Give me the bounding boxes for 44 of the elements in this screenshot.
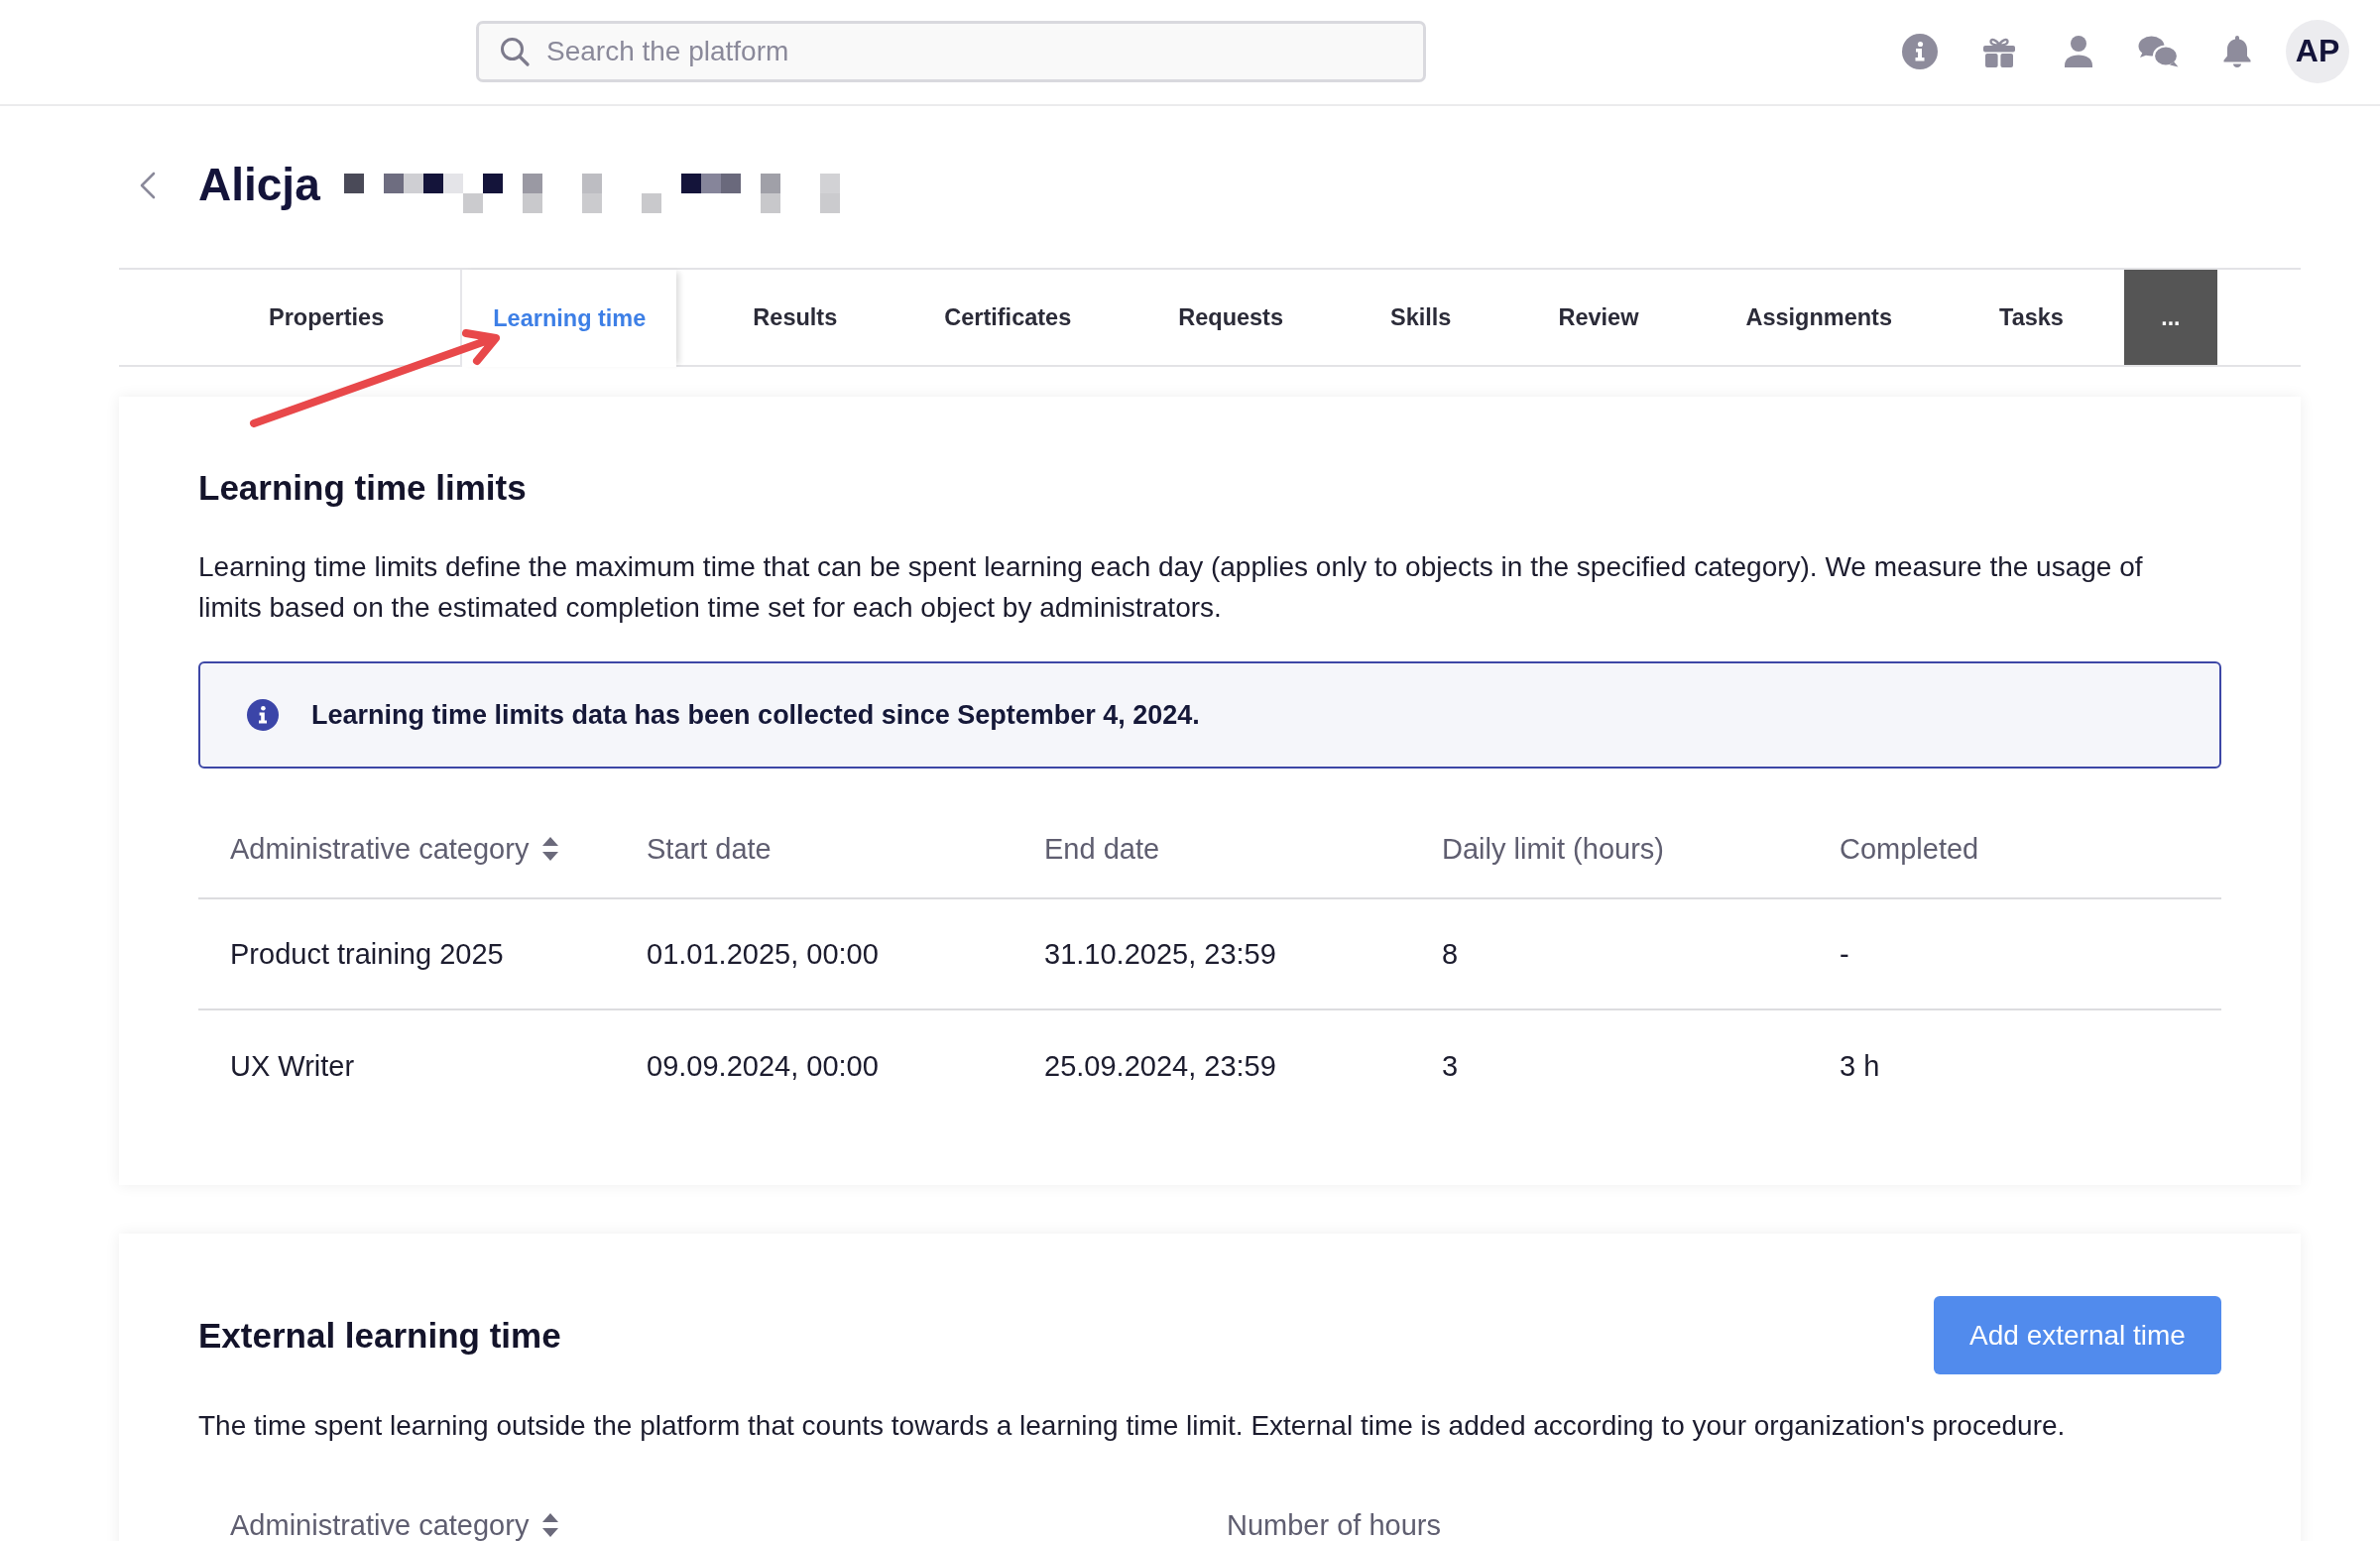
tab[interactable]: Certificates [913, 270, 1103, 365]
chat-icon[interactable] [2137, 35, 2179, 67]
bell-icon[interactable] [2223, 35, 2251, 67]
info-icon [247, 699, 279, 731]
section-title: Learning time limits [198, 467, 528, 509]
table-cell: 3 h [1840, 1049, 1880, 1082]
sort-icon[interactable] [542, 837, 559, 861]
tab[interactable]: Assignments [1715, 270, 1923, 365]
column-header[interactable]: Administrative category [230, 832, 530, 866]
table-cell: 25.09.2024, 23:59 [1044, 1049, 1276, 1082]
table-cell: 09.09.2024, 00:00 [647, 1049, 879, 1082]
tab[interactable]: Tasks [1968, 270, 2094, 365]
tab[interactable]: Requests [1147, 270, 1315, 365]
section-description: Learning time limits define the maximum time that can be spent learning each day (applies only to objects in the specified category). We measure the usage of limits based on the estimated completion time set for each object by administrators. [198, 550, 2144, 625]
tab[interactable]: Skills [1360, 270, 1483, 365]
table-cell: Product training 2025 [230, 937, 504, 970]
column-header: Daily limit (hours) [1442, 832, 1664, 866]
tab[interactable]: Results [722, 270, 869, 365]
table-cell: UX Writer [230, 1049, 355, 1082]
notice-text: Learning time limits data has been collected since September 4, 2024. [311, 699, 1200, 731]
avatar[interactable]: AP [2286, 19, 2349, 83]
more-button[interactable]: ... [2123, 270, 2217, 365]
tab[interactable]: Properties [238, 270, 416, 365]
page-title: Alicja [198, 157, 320, 212]
section-title: External learning time [198, 1315, 561, 1357]
column-header: End date [1044, 832, 1160, 866]
sort-icon[interactable] [542, 1513, 559, 1537]
table-cell: 01.01.2025, 00:00 [647, 937, 879, 970]
column-header: Completed [1840, 832, 1979, 866]
column-header: Number of hours [1227, 1508, 1441, 1541]
table-cell: 8 [1442, 937, 1459, 970]
tab[interactable]: Learning time [460, 270, 677, 367]
search-icon [500, 36, 530, 66]
table-cell: 3 [1442, 1049, 1459, 1082]
search-field[interactable]: Search the platform [476, 20, 1426, 82]
table-cell: 31.10.2025, 23:59 [1044, 937, 1276, 970]
section-description: The time spent learning outside the platform that counts towards a learning time limit. External time is added according to your organization's procedure. [198, 1409, 2067, 1443]
back-icon[interactable] [139, 171, 157, 199]
info-icon[interactable] [1902, 33, 1938, 69]
table-cell: - [1840, 937, 1849, 970]
tab[interactable]: Review [1527, 270, 1670, 365]
person-icon[interactable] [2065, 35, 2092, 67]
column-header[interactable]: Administrative category [230, 1508, 530, 1541]
column-header: Start date [647, 832, 772, 866]
